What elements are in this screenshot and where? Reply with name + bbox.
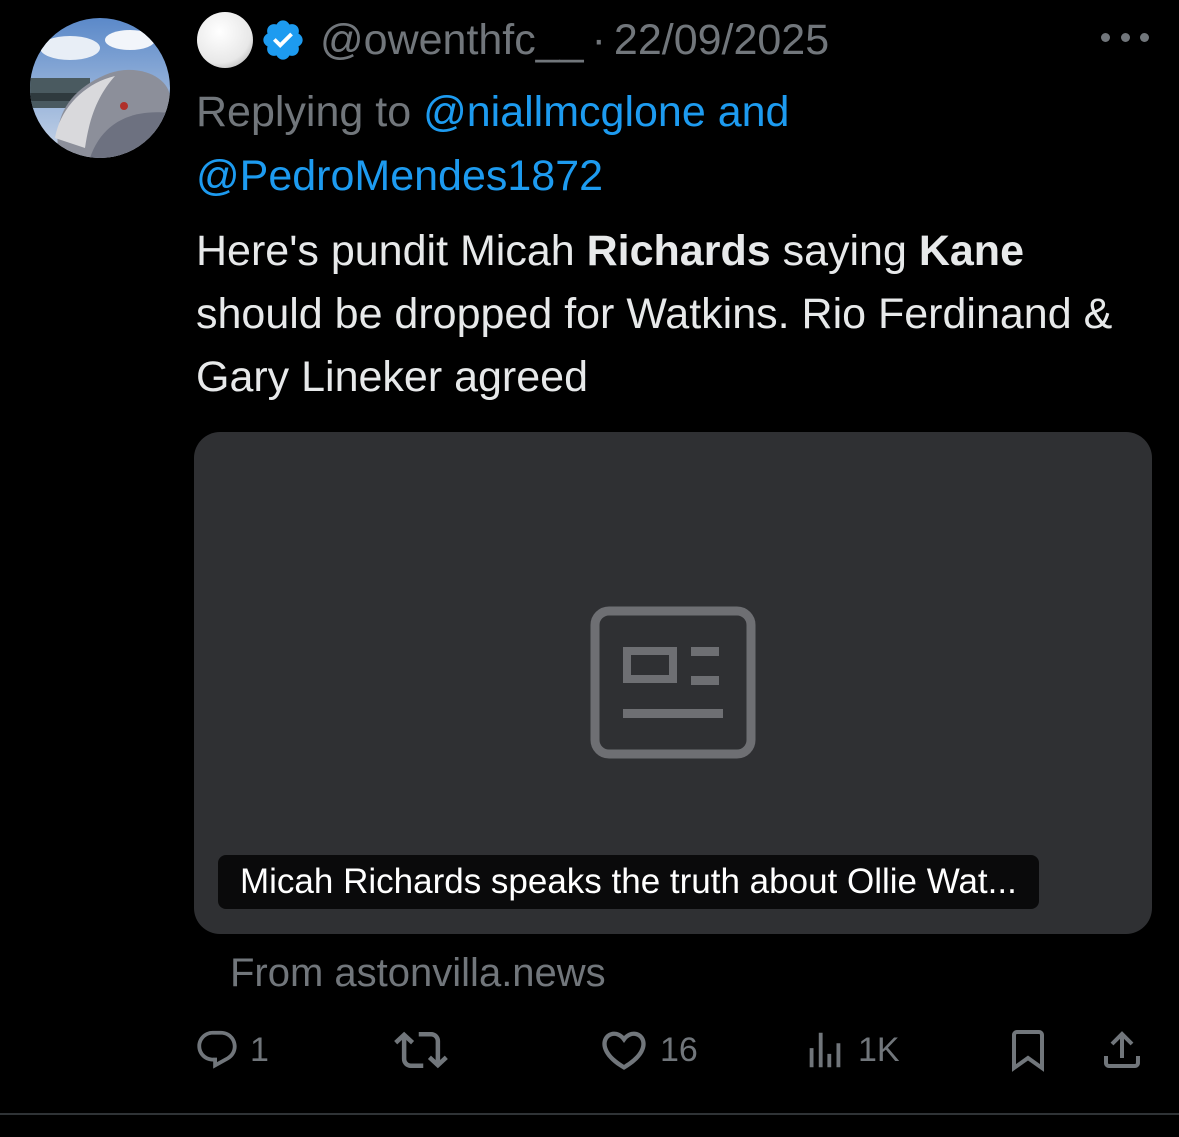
avatar[interactable]	[30, 18, 170, 158]
tweet-text-bold: Richards	[586, 227, 771, 275]
reply-count: 1	[250, 1030, 269, 1069]
verified-icon	[263, 20, 303, 60]
share-icon	[1104, 1031, 1140, 1068]
article-icon	[590, 606, 758, 760]
tweet-text: Here's pundit Micah Richards saying Kane…	[196, 220, 1156, 409]
white-circle-icon	[197, 12, 253, 68]
reply-mention-link[interactable]: @PedroMendes1872	[196, 152, 603, 200]
reply-and-text[interactable]: and	[706, 88, 790, 136]
reply-button[interactable]: 1	[194, 1018, 269, 1082]
views-count: 1K	[858, 1030, 900, 1069]
card-source[interactable]: From astonvilla.news	[230, 946, 606, 1000]
like-count: 16	[660, 1030, 698, 1069]
views-icon	[809, 1032, 841, 1068]
tweet-text-part: Here's pundit Micah	[196, 227, 587, 275]
more-options-icon[interactable]	[1101, 22, 1149, 52]
replying-prefix: Replying to	[196, 88, 424, 136]
retweet-button[interactable]	[394, 1018, 458, 1082]
separator-dot: ·	[591, 15, 606, 64]
card-title[interactable]: Micah Richards speaks the truth about Ol…	[218, 855, 1039, 909]
views-button[interactable]: 1K	[802, 1018, 900, 1082]
reply-mention-link[interactable]: @niallmcglone	[423, 88, 706, 136]
action-bar: 1 16 1K	[194, 1018, 1154, 1082]
heart-icon	[602, 1031, 646, 1070]
link-card[interactable]: Micah Richards speaks the truth about Ol…	[194, 432, 1152, 934]
divider	[0, 1113, 1179, 1115]
display-name-emoji[interactable]	[196, 11, 254, 69]
more-dot	[1101, 32, 1110, 42]
reply-icon	[197, 1030, 237, 1069]
tweet-header: @owenthfc__ · 22/09/2025	[196, 10, 829, 70]
retweet-icon	[394, 1031, 448, 1069]
bookmark-button[interactable]	[1004, 1018, 1052, 1082]
more-dot	[1140, 32, 1149, 42]
bookmark-icon	[1012, 1030, 1044, 1072]
tweet-text-part: saying	[770, 227, 919, 275]
share-button[interactable]	[1098, 1018, 1146, 1082]
verified-badge-icon[interactable]	[258, 15, 308, 65]
replying-to: Replying to @niallmcglone and @PedroMend…	[196, 80, 1096, 208]
like-button[interactable]: 16	[598, 1018, 698, 1082]
tweet-text-part: should be dropped for Watkins. Rio Ferdi…	[196, 290, 1113, 401]
author-handle[interactable]: @owenthfc__	[320, 16, 584, 65]
tweet-date[interactable]: 22/09/2025	[614, 16, 829, 65]
avatar-photo	[30, 18, 170, 158]
tweet-text-bold: Kane	[918, 227, 1024, 275]
more-dot	[1120, 32, 1130, 42]
